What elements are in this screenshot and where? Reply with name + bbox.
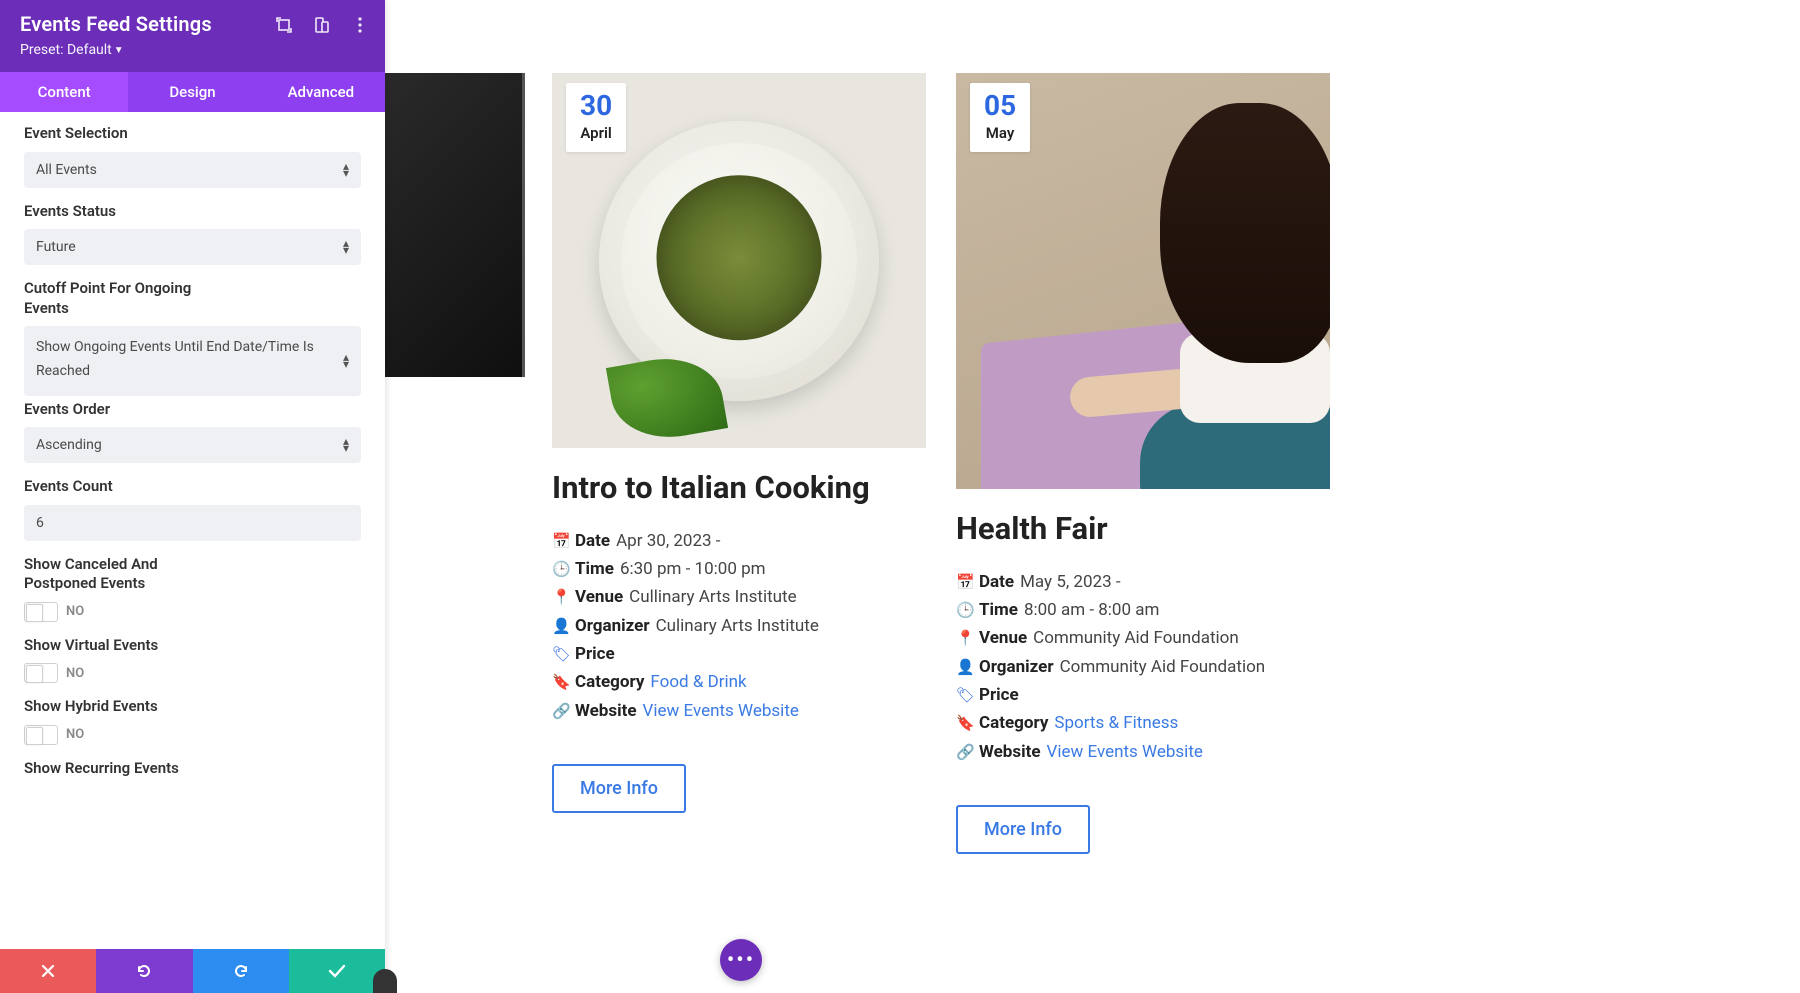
label-show-canceled: Show Canceled And Postponed Events [24, 555, 224, 594]
person-illustration [1110, 103, 1330, 483]
bookmark-icon: 🔖 [552, 671, 569, 694]
tag-icon: 🏷 [956, 684, 973, 707]
redo-button[interactable] [193, 949, 289, 993]
select-event-selection[interactable]: All Events ▴▾ [24, 152, 361, 188]
responsive-icon[interactable] [313, 16, 331, 34]
drag-handle[interactable] [373, 969, 397, 993]
badge-day: 05 [984, 91, 1016, 122]
date-badge: 05 May [970, 83, 1030, 152]
tag-icon: 🏷 [552, 643, 569, 666]
tab-design[interactable]: Design [128, 72, 256, 112]
tab-advanced[interactable]: Advanced [257, 72, 385, 112]
cancel-button[interactable] [0, 949, 96, 993]
toggle-state: NO [66, 604, 84, 619]
event-card: 30 April Intro to Italian Cooking 📅Date … [552, 73, 926, 813]
event-image: 30 April [552, 73, 926, 448]
toggle-state: NO [66, 727, 84, 742]
more-info-button[interactable]: More Info [956, 805, 1090, 854]
label-events-count: Events Count [24, 477, 361, 497]
clock-icon: 🕒 [552, 558, 569, 581]
select-cutoff[interactable]: Show Ongoing Events Until End Date/Time … [24, 326, 361, 396]
bookmark-icon: 🔖 [956, 712, 973, 735]
badge-month: April [580, 124, 612, 142]
person-icon: 👤 [552, 615, 569, 638]
calendar-icon: 📅 [956, 571, 973, 594]
settings-sidebar: Events Feed Settings Preset: Default▼ Co… [0, 0, 385, 993]
sidebar-tabs: Content Design Advanced [0, 72, 385, 112]
link-icon: 🔗 [956, 741, 973, 764]
select-events-order[interactable]: Ascending ▴▾ [24, 427, 361, 463]
pin-icon: 📍 [956, 627, 973, 650]
label-events-status: Events Status [24, 202, 361, 222]
label-show-hybrid: Show Hybrid Events [24, 697, 361, 717]
event-image: 05 May [956, 73, 1330, 489]
food-illustration [599, 121, 879, 401]
tab-content[interactable]: Content [0, 72, 128, 112]
save-button[interactable] [289, 949, 385, 993]
event-meta: 📅Date May 5, 2023 - 🕒Time 8:00 am - 8:00… [956, 569, 1330, 765]
label-show-virtual: Show Virtual Events [24, 636, 361, 656]
toggle-show-virtual[interactable] [24, 663, 58, 683]
website-link[interactable]: View Events Website [1047, 739, 1203, 765]
calendar-icon: 📅 [552, 530, 569, 553]
date-badge: 30 April [566, 83, 626, 152]
undo-button[interactable] [96, 949, 192, 993]
floating-actions-button[interactable]: ••• [720, 939, 762, 981]
sort-icon: ▴▾ [343, 162, 349, 176]
partial-card-left [385, 73, 522, 377]
sidebar-header: Events Feed Settings Preset: Default▼ [0, 0, 385, 72]
sidebar-footer [0, 949, 385, 993]
kebab-menu-icon[interactable] [351, 16, 369, 34]
sort-icon: ▴▾ [343, 354, 349, 368]
event-title: Intro to Italian Cooking [552, 470, 926, 506]
preset-selector[interactable]: Preset: Default▼ [20, 42, 365, 58]
toggle-show-canceled[interactable] [24, 602, 58, 622]
badge-month: May [984, 124, 1016, 142]
event-title: Health Fair [956, 511, 1330, 547]
more-info-button[interactable]: More Info [552, 764, 686, 813]
caret-down-icon: ▼ [114, 45, 124, 56]
header-icons [275, 16, 369, 34]
input-events-count[interactable] [24, 505, 361, 541]
clock-icon: 🕒 [956, 599, 973, 622]
label-cutoff: Cutoff Point For Ongoing Events [24, 279, 224, 318]
label-events-order: Events Order [24, 400, 361, 420]
event-card: 05 May Health Fair 📅Date May 5, 2023 - 🕒… [956, 73, 1330, 854]
person-icon: 👤 [956, 656, 973, 679]
select-events-status[interactable]: Future ▴▾ [24, 229, 361, 265]
toggle-state: NO [66, 666, 84, 681]
category-link[interactable]: Sports & Fitness [1054, 710, 1178, 736]
sidebar-body: Event Selection All Events ▴▾ Events Sta… [0, 112, 385, 949]
link-icon: 🔗 [552, 700, 569, 723]
expand-icon[interactable] [275, 16, 293, 34]
website-link[interactable]: View Events Website [643, 698, 799, 724]
label-show-recurring: Show Recurring Events [24, 759, 361, 779]
badge-day: 30 [580, 91, 612, 122]
sort-icon: ▴▾ [343, 240, 349, 254]
label-event-selection: Event Selection [24, 124, 361, 144]
preview-canvas: 30 April Intro to Italian Cooking 📅Date … [385, 0, 1800, 993]
event-meta: 📅Date Apr 30, 2023 - 🕒Time 6:30 pm - 10:… [552, 528, 926, 724]
toggle-show-hybrid[interactable] [24, 725, 58, 745]
pin-icon: 📍 [552, 586, 569, 609]
category-link[interactable]: Food & Drink [650, 669, 746, 695]
sort-icon: ▴▾ [343, 438, 349, 452]
